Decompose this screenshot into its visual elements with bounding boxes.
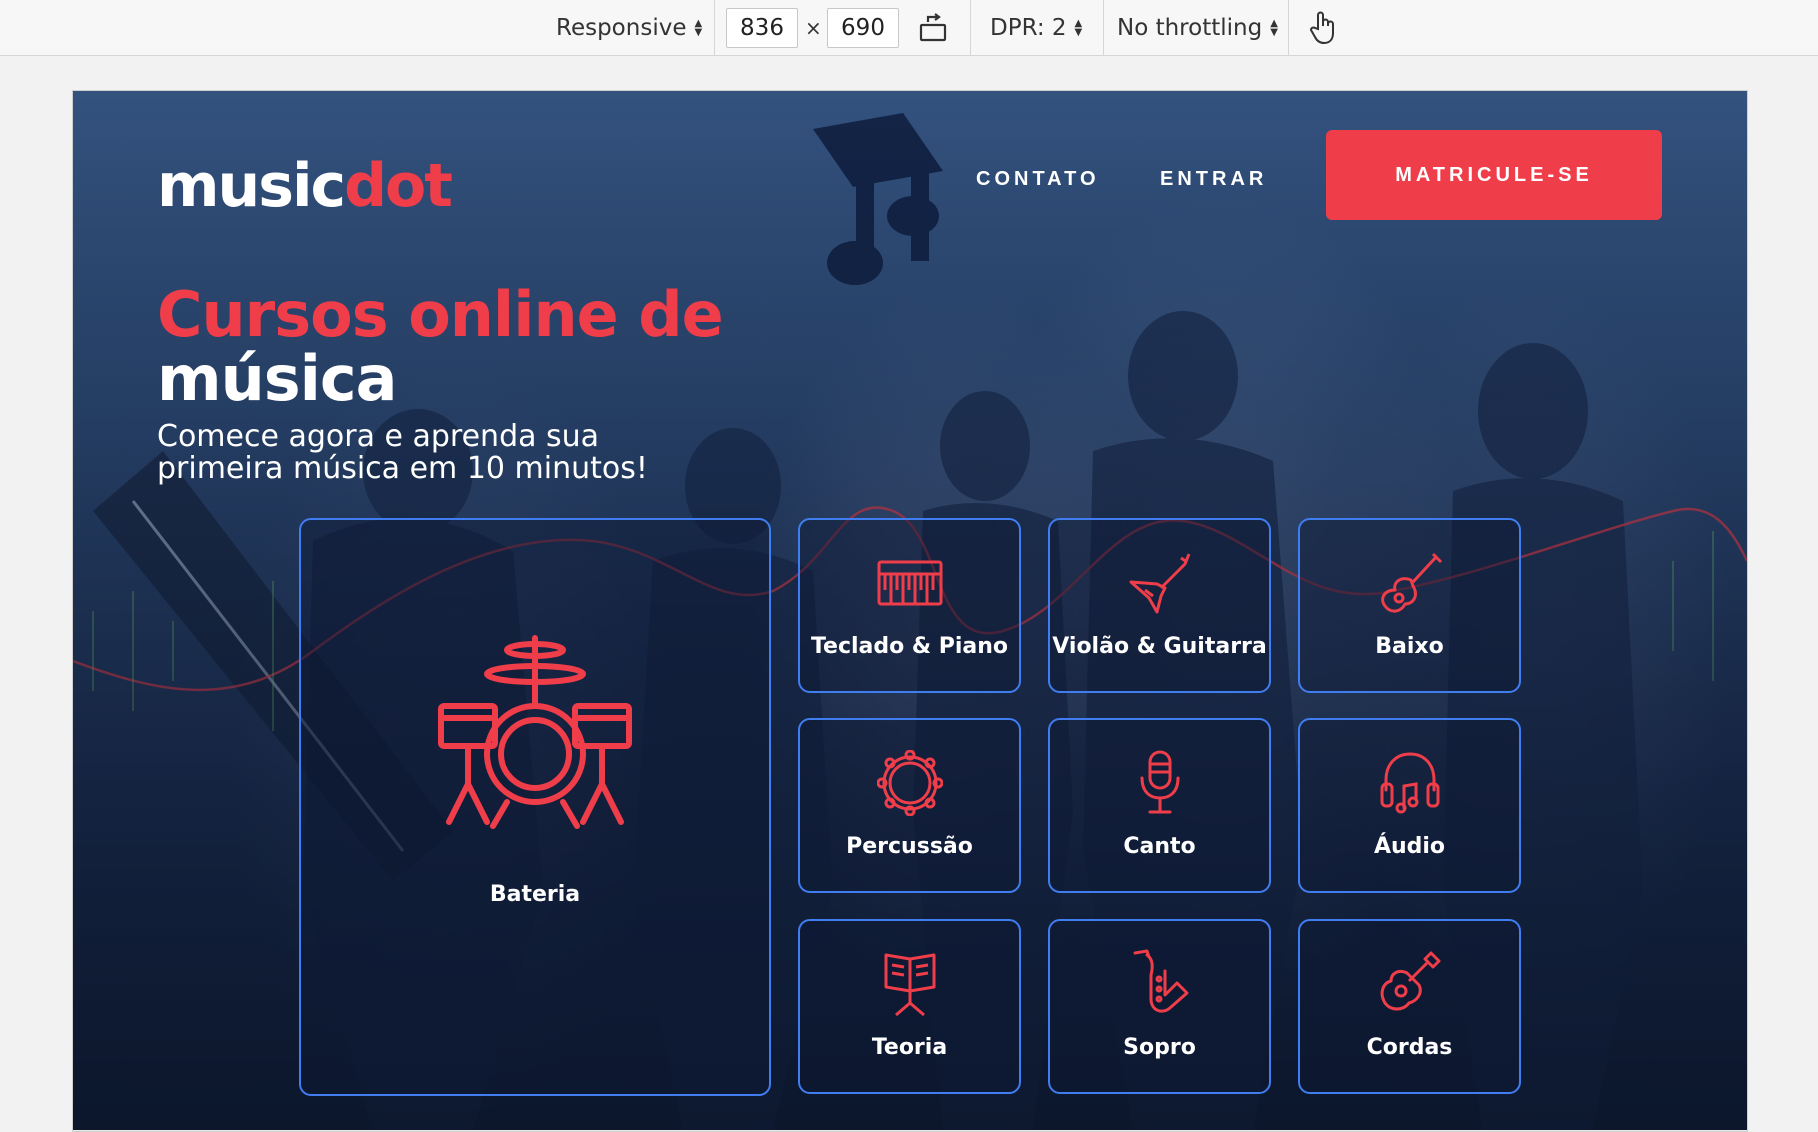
- bass-guitar-icon: [1380, 552, 1442, 613]
- times-sign: ×: [805, 16, 822, 40]
- course-label: Áudio: [1373, 834, 1446, 859]
- nav-contact-link[interactable]: CONTATO: [976, 161, 1100, 197]
- course-card-canto[interactable]: Canto: [1048, 718, 1271, 893]
- height-input[interactable]: 690: [827, 8, 899, 48]
- course-label: Baixo: [1375, 634, 1444, 659]
- select-arrows-icon: ▲ ▼: [1074, 18, 1083, 38]
- ukulele-icon: [1380, 951, 1440, 1011]
- microphone-icon: [1140, 750, 1179, 814]
- course-card-sopro[interactable]: Sopro: [1048, 919, 1271, 1094]
- course-label: Bateria: [489, 882, 581, 907]
- site-viewport: music dot CONTATO ENTRAR MATRICULE-SE Cur…: [73, 91, 1747, 1130]
- electric-guitar-icon: [1129, 553, 1190, 614]
- drum-kit-icon: [438, 635, 632, 829]
- music-stand-icon: [884, 953, 935, 1017]
- touch-icon[interactable]: [1308, 0, 1338, 56]
- select-arrows-icon: ▲ ▼: [694, 18, 703, 38]
- divider: [1103, 0, 1104, 56]
- device-select-label: Responsive: [556, 15, 687, 41]
- course-card-violao-guitarra[interactable]: Violão & Guitarra: [1048, 518, 1271, 693]
- select-arrows-icon: ▲ ▼: [1270, 18, 1278, 38]
- dpr-label: DPR: 2: [990, 15, 1067, 41]
- course-card-baixo[interactable]: Baixo: [1298, 518, 1521, 693]
- logo-text-accent: dot: [344, 151, 453, 221]
- course-card-teclado-piano[interactable]: Teclado & Piano: [798, 518, 1021, 693]
- throttling-label: No throttling: [1117, 15, 1263, 41]
- tambourine-icon: [876, 750, 943, 816]
- course-label: Canto: [1123, 834, 1196, 859]
- course-card-percussao[interactable]: Percussão: [798, 718, 1021, 893]
- logo-text-main: music: [157, 151, 346, 221]
- hero-subtitle-line2: primeira música em 10 minutos!: [157, 451, 648, 486]
- divider: [1288, 0, 1289, 56]
- devtools-toolbar: Responsive ▲ ▼ 836 × 690 DPR: 2 ▲ ▼ No thr…: [0, 0, 1818, 56]
- enroll-button[interactable]: MATRICULE-SE: [1326, 130, 1662, 220]
- course-label: Cordas: [1366, 1035, 1453, 1060]
- throttling-select[interactable]: No throttling ▲ ▼: [1117, 0, 1278, 56]
- course-card-cordas[interactable]: Cordas: [1298, 919, 1521, 1094]
- nav-login-link[interactable]: ENTRAR: [1160, 161, 1267, 197]
- keyboard-icon: [877, 560, 942, 606]
- divider: [970, 0, 971, 56]
- rotate-icon[interactable]: [918, 0, 948, 56]
- headphones-icon: [1380, 752, 1439, 814]
- hero-title-line2: música: [157, 342, 397, 415]
- hero-title: Cursos online de música: [157, 278, 724, 415]
- divider: [714, 0, 715, 56]
- saxophone-icon: [1133, 949, 1188, 1013]
- course-card-teoria[interactable]: Teoria: [798, 919, 1021, 1094]
- course-label: Teclado & Piano: [810, 634, 1009, 659]
- course-label: Teoria: [871, 1035, 948, 1060]
- hero-subtitle-line1: Comece agora e aprenda sua: [157, 419, 600, 454]
- site-logo[interactable]: music dot: [157, 141, 453, 221]
- course-card-bateria[interactable]: Bateria: [299, 518, 771, 1096]
- device-select[interactable]: Responsive ▲ ▼: [556, 0, 702, 56]
- course-label: Percussão: [846, 834, 973, 859]
- dpr-select[interactable]: DPR: 2 ▲ ▼: [990, 0, 1082, 56]
- course-card-audio[interactable]: Áudio: [1298, 718, 1521, 893]
- course-label: Violão & Guitarra: [1052, 634, 1267, 659]
- hero-title-line1: Cursos online de: [157, 278, 724, 351]
- width-input[interactable]: 836: [726, 8, 798, 48]
- hero-subtitle: Comece agora e aprenda sua primeira músi…: [157, 421, 757, 485]
- course-label: Sopro: [1123, 1035, 1196, 1060]
